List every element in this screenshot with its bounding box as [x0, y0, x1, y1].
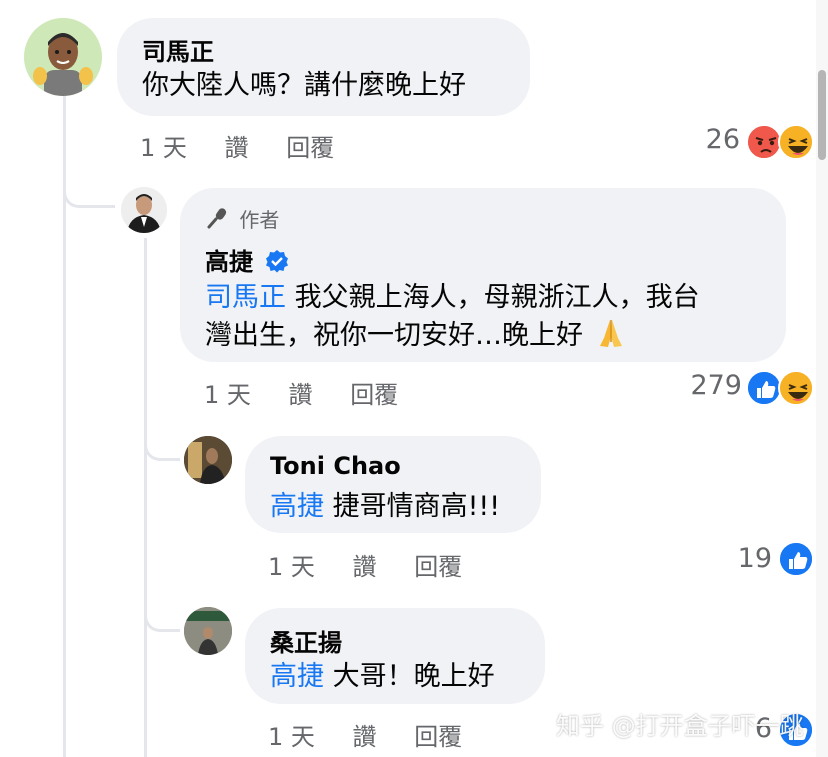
like-button[interactable]: 讚 — [225, 128, 249, 163]
reaction-count[interactable]: 19 — [720, 543, 772, 574]
comment-time[interactable]: 1 天 — [268, 717, 315, 752]
reaction-count[interactable]: 279 — [670, 370, 742, 401]
reply-button[interactable]: 回覆 — [414, 547, 462, 582]
watermark: 知乎 @打开盒子吓一跳 — [556, 712, 804, 740]
comment-author[interactable]: 桑正揚 — [270, 623, 342, 658]
comment-text-body: 大哥！晚上好 — [324, 661, 495, 692]
mention-link[interactable]: 高捷 — [270, 661, 324, 692]
avatar[interactable] — [184, 607, 232, 655]
comment-text: 高捷 捷哥情商高!!! — [270, 487, 500, 527]
person-photo-icon — [121, 187, 167, 233]
person-photo-icon — [184, 436, 232, 484]
comment-author[interactable]: 司馬正 — [142, 32, 214, 67]
comment-time[interactable]: 1 天 — [204, 375, 251, 410]
like-icon[interactable] — [778, 541, 814, 577]
like-icon[interactable] — [746, 370, 782, 406]
person-photo-icon — [184, 607, 232, 655]
comment-meta: 1 天 讚 回覆 — [268, 547, 462, 582]
like-button[interactable]: 讚 — [353, 717, 377, 752]
thread-hook-reply-1 — [63, 150, 115, 208]
mention-link[interactable]: 高捷 — [270, 491, 324, 522]
comment-text-body: 捷哥情商高!!! — [324, 491, 501, 522]
haha-icon[interactable] — [778, 370, 814, 406]
comment-meta: 1 天 讚 回覆 — [140, 128, 334, 163]
thread-line-reply — [144, 238, 147, 757]
reply-button[interactable]: 回覆 — [414, 717, 462, 752]
haha-icon[interactable] — [778, 124, 814, 160]
folded-hands-icon — [594, 316, 628, 362]
comment-author: 高捷 — [205, 242, 289, 279]
thread-hook-reply-3 — [144, 580, 180, 632]
author-badge: 作者 — [205, 204, 279, 235]
verified-badge-icon — [265, 249, 289, 279]
mention-link[interactable]: 司馬正 — [205, 282, 286, 313]
comment-meta: 1 天 讚 回覆 — [204, 375, 398, 410]
comment-text: 高捷 大哥！晚上好 — [270, 657, 495, 697]
comment-text: 司馬正 我父親上海人，母親浙江人，我台 — [205, 278, 700, 318]
like-button[interactable]: 讚 — [289, 375, 313, 410]
reply-button[interactable]: 回覆 — [286, 128, 334, 163]
comment-author-name[interactable]: 高捷 — [205, 248, 253, 276]
memoji-avatar-icon — [24, 18, 102, 96]
avatar[interactable] — [24, 18, 102, 96]
comment-text-line2: 灣出生，祝你一切安好…晚上好 — [205, 320, 583, 351]
like-button[interactable]: 讚 — [353, 547, 377, 582]
comment-meta: 1 天 讚 回覆 — [268, 717, 462, 752]
comment-text: 你大陸人嗎？講什麼晚上好 — [142, 70, 466, 101]
scrollbar-thumb[interactable] — [818, 70, 826, 160]
reaction-count[interactable]: 26 — [690, 124, 740, 155]
comment-author[interactable]: Toni Chao — [270, 452, 401, 480]
microphone-icon — [205, 206, 229, 235]
comment-text-line1: 我父親上海人，母親浙江人，我台 — [286, 282, 700, 313]
reply-button[interactable]: 回覆 — [350, 375, 398, 410]
comment-text-second-line: 灣出生，祝你一切安好…晚上好 — [205, 316, 628, 362]
avatar[interactable] — [184, 436, 232, 484]
angry-icon[interactable] — [746, 124, 782, 160]
comment-time[interactable]: 1 天 — [140, 128, 187, 163]
thread-hook-reply-2 — [144, 405, 180, 461]
avatar[interactable] — [121, 187, 167, 233]
comment-time[interactable]: 1 天 — [268, 547, 315, 582]
author-badge-label: 作者 — [239, 208, 280, 232]
